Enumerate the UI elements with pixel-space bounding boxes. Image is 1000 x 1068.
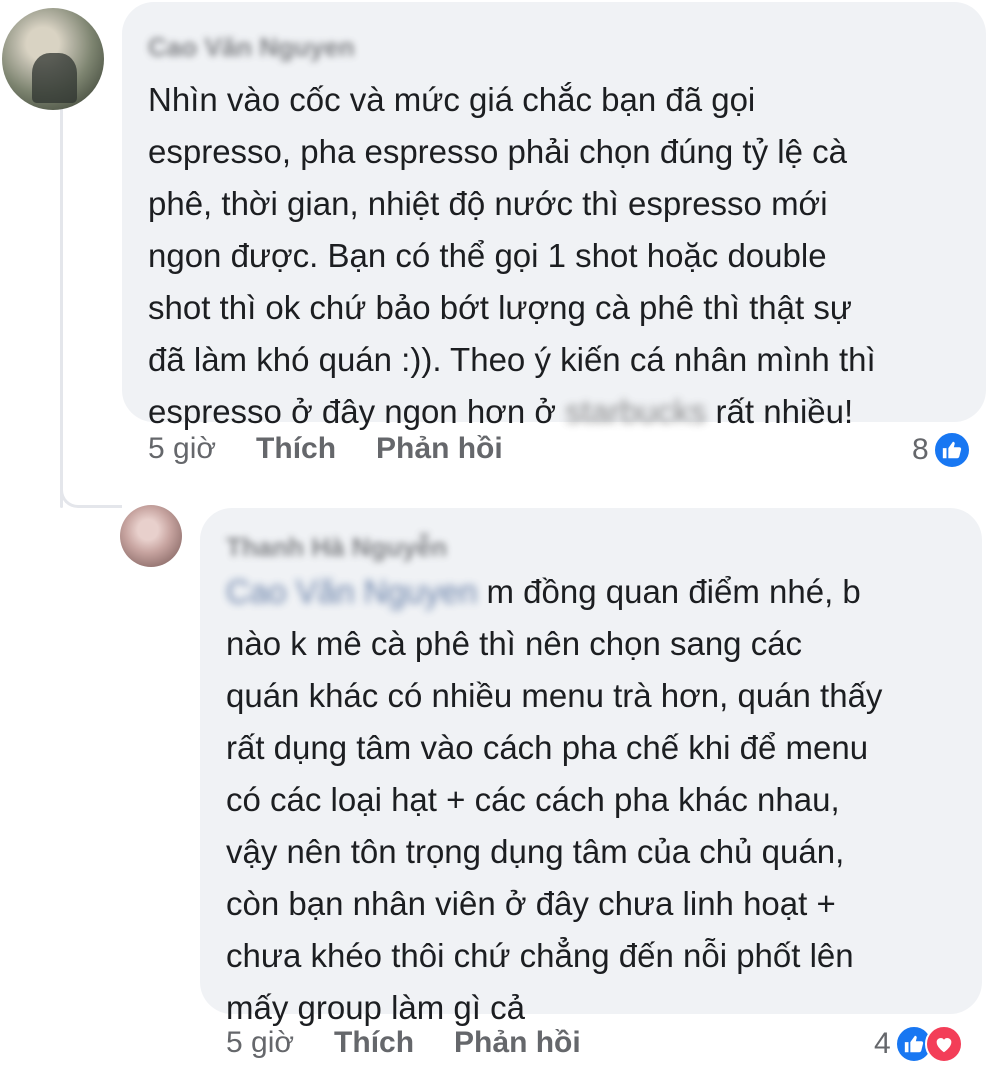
comment-line: espresso ở đây ngon hơn ở starbucks rất …	[148, 386, 876, 438]
reply-button[interactable]: Phản hồi	[376, 432, 503, 466]
comment-text-segment: rất nhiều!	[706, 393, 854, 430]
comment-time[interactable]: 5 giờ	[148, 432, 216, 466]
reaction-summary[interactable]: 4	[874, 1025, 963, 1063]
comment-line: quán khác có nhiều menu trà hơn, quán th…	[226, 677, 883, 714]
comment-line: phê, thời gian, nhiệt độ nước thì espres…	[148, 185, 828, 222]
comment-line: ngon được. Bạn có thể gọi 1 shot hoặc do…	[148, 237, 827, 274]
mention-link[interactable]: Cao Văn Nguyen	[226, 573, 477, 610]
comment-bubble: Cao Văn Nguyen Nhìn vào cốc và mức giá c…	[122, 2, 986, 430]
comment-line: có các loại hạt + các cách pha khác nhau…	[226, 781, 840, 818]
like-button[interactable]: Thích	[334, 1026, 414, 1060]
comment-text-segment: espresso ở đây ngon hơn ở	[148, 393, 566, 430]
comment-line: chưa khéo thôi chứ chẳng đến nỗi phốt lê…	[226, 937, 854, 974]
comment-text: Nhìn vào cốc và mức giá chắc bạn đã gọi …	[148, 74, 876, 438]
reply-button[interactable]: Phản hồi	[454, 1026, 581, 1060]
comment-time[interactable]: 5 giờ	[226, 1026, 294, 1060]
comment-line: espresso, pha espresso phải chọn đúng tỷ…	[148, 133, 847, 170]
thread-connector	[60, 468, 122, 508]
blurred-word: starbucks	[565, 393, 707, 430]
like-button[interactable]: Thích	[256, 432, 336, 466]
comment-line: shot thì ok chứ bảo bớt lượng cà phê thì…	[148, 289, 852, 326]
avatar[interactable]	[120, 505, 182, 567]
comment-line: vậy nên tôn trọng dụng tâm của chủ quán,	[226, 833, 845, 870]
comment-meta: 5 giờ Thích Phản hồi	[226, 1026, 581, 1060]
comment-line: đã làm khó quán :)). Theo ý kiến cá nhân…	[148, 341, 876, 378]
comment-line: Nhìn vào cốc và mức giá chắc bạn đã gọi	[148, 81, 756, 118]
avatar[interactable]	[2, 8, 104, 110]
reaction-count: 4	[874, 1027, 891, 1060]
reaction-count: 8	[912, 433, 929, 466]
comment-text-segment: m đồng quan điểm nhé, b	[477, 573, 861, 610]
comment-author[interactable]: Cao Văn Nguyen	[148, 32, 355, 63]
comment-text: Cao Văn Nguyen m đồng quan điểm nhé, b n…	[226, 566, 882, 1034]
thread-line	[60, 108, 63, 508]
comment-line: Cao Văn Nguyen m đồng quan điểm nhé, b	[226, 566, 882, 618]
comment-line: rất dụng tâm vào cách pha chế khi để men…	[226, 729, 869, 766]
comment-bubble: Thanh Hà Nguyễn Cao Văn Nguyen m đồng qu…	[200, 508, 982, 1026]
comment-line: nào k mê cà phê thì nên chọn sang các	[226, 625, 803, 662]
like-icon	[932, 431, 971, 469]
reaction-summary[interactable]: 8	[912, 431, 971, 469]
comment-meta: 5 giờ Thích Phản hồi	[148, 432, 503, 466]
love-icon	[924, 1025, 963, 1063]
comment-line: còn bạn nhân viên ở đây chưa linh hoạt +	[226, 885, 836, 922]
comment-author[interactable]: Thanh Hà Nguyễn	[226, 532, 447, 563]
